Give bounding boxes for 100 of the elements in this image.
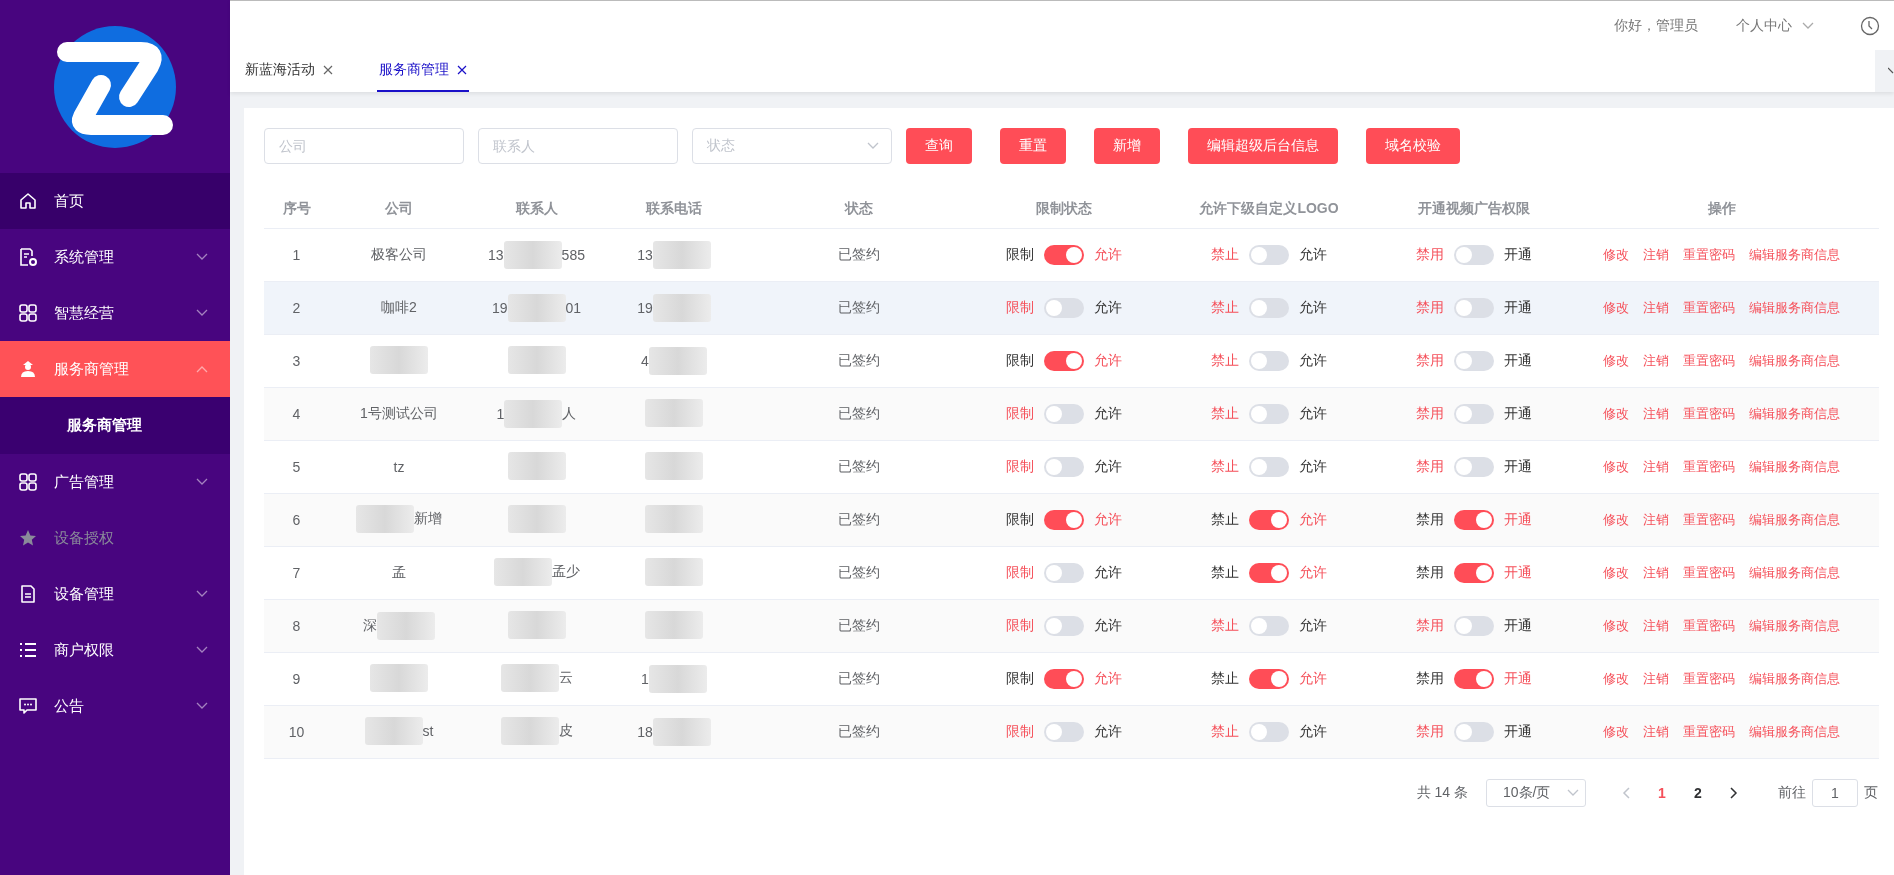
action-link[interactable]: 注销	[1643, 617, 1669, 635]
table-row[interactable]: 9 云 1 已签约 限制 允许 禁止 允许 禁用 开通 修改 注销 重置密码 编辑服务商信息	[264, 652, 1879, 706]
toggle-switch[interactable]	[1249, 563, 1289, 583]
action-link[interactable]: 重置密码	[1683, 299, 1735, 317]
sidebar-item[interactable]: 首页	[0, 173, 230, 229]
action-link[interactable]: 修改	[1603, 617, 1629, 635]
company-field[interactable]: 公司	[264, 128, 464, 164]
toggle-switch[interactable]	[1249, 457, 1289, 477]
toggle-switch[interactable]	[1249, 298, 1289, 318]
sidebar-item[interactable]: 智慧经营	[0, 285, 230, 341]
action-link[interactable]: 修改	[1603, 670, 1629, 688]
action-link[interactable]: 重置密码	[1683, 617, 1735, 635]
action-button[interactable]: 编辑超级后台信息	[1188, 128, 1338, 164]
toggle-switch[interactable]	[1249, 510, 1289, 530]
toggle-switch[interactable]	[1249, 404, 1289, 424]
status-select[interactable]: 状态	[692, 128, 892, 164]
table-row[interactable]: 10 st 皮 18 已签约 限制 允许 禁止 允许 禁用 开通 修改 注销 重置密码 编辑服务商信息	[264, 705, 1879, 759]
toggle-switch[interactable]	[1454, 510, 1494, 530]
action-link[interactable]: 编辑服务商信息	[1749, 511, 1840, 529]
toggle-switch[interactable]	[1044, 616, 1084, 636]
action-link[interactable]: 注销	[1643, 405, 1669, 423]
user-menu[interactable]: 个人中心	[1736, 16, 1814, 35]
toggle-switch[interactable]	[1249, 669, 1289, 689]
action-link[interactable]: 修改	[1603, 458, 1629, 476]
toggle-switch[interactable]	[1044, 563, 1084, 583]
action-link[interactable]: 注销	[1643, 723, 1669, 741]
table-row[interactable]: 8 深 已签约 限制 允许 禁止 允许 禁用 开通 修改 注销 重置密码 编辑服务商信息	[264, 599, 1879, 653]
action-button[interactable]: 重置	[1000, 128, 1066, 164]
toggle-switch[interactable]	[1044, 669, 1084, 689]
toggle-switch[interactable]	[1454, 351, 1494, 371]
toggle-switch[interactable]	[1454, 669, 1494, 689]
action-link[interactable]: 编辑服务商信息	[1749, 246, 1840, 264]
toggle-switch[interactable]	[1044, 404, 1084, 424]
tab[interactable]: 服务商管理	[377, 50, 469, 92]
toggle-switch[interactable]	[1249, 351, 1289, 371]
action-link[interactable]: 编辑服务商信息	[1749, 670, 1840, 688]
action-link[interactable]: 重置密码	[1683, 405, 1735, 423]
action-link[interactable]: 重置密码	[1683, 458, 1735, 476]
action-button[interactable]: 新增	[1094, 128, 1160, 164]
action-link[interactable]: 修改	[1603, 405, 1629, 423]
page-number[interactable]: 2	[1680, 779, 1716, 807]
action-link[interactable]: 注销	[1643, 458, 1669, 476]
action-link[interactable]: 修改	[1603, 246, 1629, 264]
action-link[interactable]: 修改	[1603, 299, 1629, 317]
action-link[interactable]: 注销	[1643, 352, 1669, 370]
toggle-switch[interactable]	[1249, 616, 1289, 636]
action-link[interactable]: 编辑服务商信息	[1749, 352, 1840, 370]
action-link[interactable]: 编辑服务商信息	[1749, 405, 1840, 423]
action-link[interactable]: 编辑服务商信息	[1749, 564, 1840, 582]
toggle-switch[interactable]	[1044, 510, 1084, 530]
toggle-switch[interactable]	[1454, 298, 1494, 318]
close-icon[interactable]	[323, 65, 333, 75]
tab[interactable]: 新蓝海活动	[243, 50, 335, 92]
action-link[interactable]: 重置密码	[1683, 246, 1735, 264]
action-link[interactable]: 重置密码	[1683, 670, 1735, 688]
toggle-switch[interactable]	[1249, 245, 1289, 265]
page-size-select[interactable]: 10条/页	[1486, 779, 1586, 807]
table-row[interactable]: 3 4 已签约 限制 允许 禁止 允许 禁用 开通 修改 注销 重置密码 编辑服务商信息	[264, 334, 1879, 388]
action-link[interactable]: 修改	[1603, 723, 1629, 741]
highlighted-row[interactable]: 2 咖啡2 19 01 19 已签约 限制 允许 禁止 允许 禁用 开通 修改 注销 重置密码 编辑服务商信息	[264, 281, 1879, 335]
page-jump-field[interactable]: 1	[1812, 779, 1858, 807]
toggle-switch[interactable]	[1044, 298, 1084, 318]
action-link[interactable]: 注销	[1643, 246, 1669, 264]
action-button[interactable]: 域名校验	[1366, 128, 1460, 164]
action-link[interactable]: 重置密码	[1683, 352, 1735, 370]
sidebar-item[interactable]: 广告管理	[0, 454, 230, 510]
action-link[interactable]: 重置密码	[1683, 723, 1735, 741]
table-row[interactable]: 5 tz 已签约 限制 允许 禁止 允许 禁用 开通 修改 注销 重置密码 编辑服务商信息	[264, 440, 1879, 494]
action-link[interactable]: 注销	[1643, 299, 1669, 317]
sidebar-item[interactable]: 公告	[0, 678, 230, 734]
table-row[interactable]: 6 新增 已签约 限制 允许 禁止 允许 禁用 开通 修改 注销 重置密码 编辑服务商信息	[264, 493, 1879, 547]
action-button[interactable]: 查询	[906, 128, 972, 164]
sidebar-subitem[interactable]: 服务商管理	[0, 397, 230, 454]
toggle-switch[interactable]	[1454, 245, 1494, 265]
sidebar-item[interactable]: 系统管理	[0, 229, 230, 285]
toggle-switch[interactable]	[1454, 616, 1494, 636]
action-link[interactable]: 重置密码	[1683, 564, 1735, 582]
action-link[interactable]: 修改	[1603, 352, 1629, 370]
clock-icon[interactable]	[1860, 15, 1880, 36]
action-link[interactable]: 编辑服务商信息	[1749, 723, 1840, 741]
action-link[interactable]: 注销	[1643, 670, 1669, 688]
toggle-switch[interactable]	[1044, 722, 1084, 742]
page-number[interactable]: 1	[1644, 779, 1680, 807]
action-link[interactable]: 编辑服务商信息	[1749, 458, 1840, 476]
action-link[interactable]: 注销	[1643, 511, 1669, 529]
action-link[interactable]: 修改	[1603, 564, 1629, 582]
action-link[interactable]: 编辑服务商信息	[1749, 617, 1840, 635]
contact-field[interactable]: 联系人	[478, 128, 678, 164]
toggle-switch[interactable]	[1044, 351, 1084, 371]
table-row[interactable]: 1 极客公司 13 585 13 已签约 限制 允许 禁止 允许 禁用 开通 修改 注销 重置密码 编辑服务商信息	[264, 228, 1879, 282]
sidebar-item[interactable]: 服务商管理	[0, 341, 230, 397]
close-icon[interactable]	[457, 65, 467, 75]
toggle-switch[interactable]	[1454, 404, 1494, 424]
action-link[interactable]: 修改	[1603, 511, 1629, 529]
action-link[interactable]: 注销	[1643, 564, 1669, 582]
table-row[interactable]: 7 孟 孟少 已签约 限制 允许 禁止 允许 禁用 开通 修改 注销 重置密码 编辑服务商信息	[264, 546, 1879, 600]
tabs-scroll-button[interactable]	[1875, 50, 1894, 92]
toggle-switch[interactable]	[1249, 722, 1289, 742]
toggle-switch[interactable]	[1454, 457, 1494, 477]
action-link[interactable]: 重置密码	[1683, 511, 1735, 529]
